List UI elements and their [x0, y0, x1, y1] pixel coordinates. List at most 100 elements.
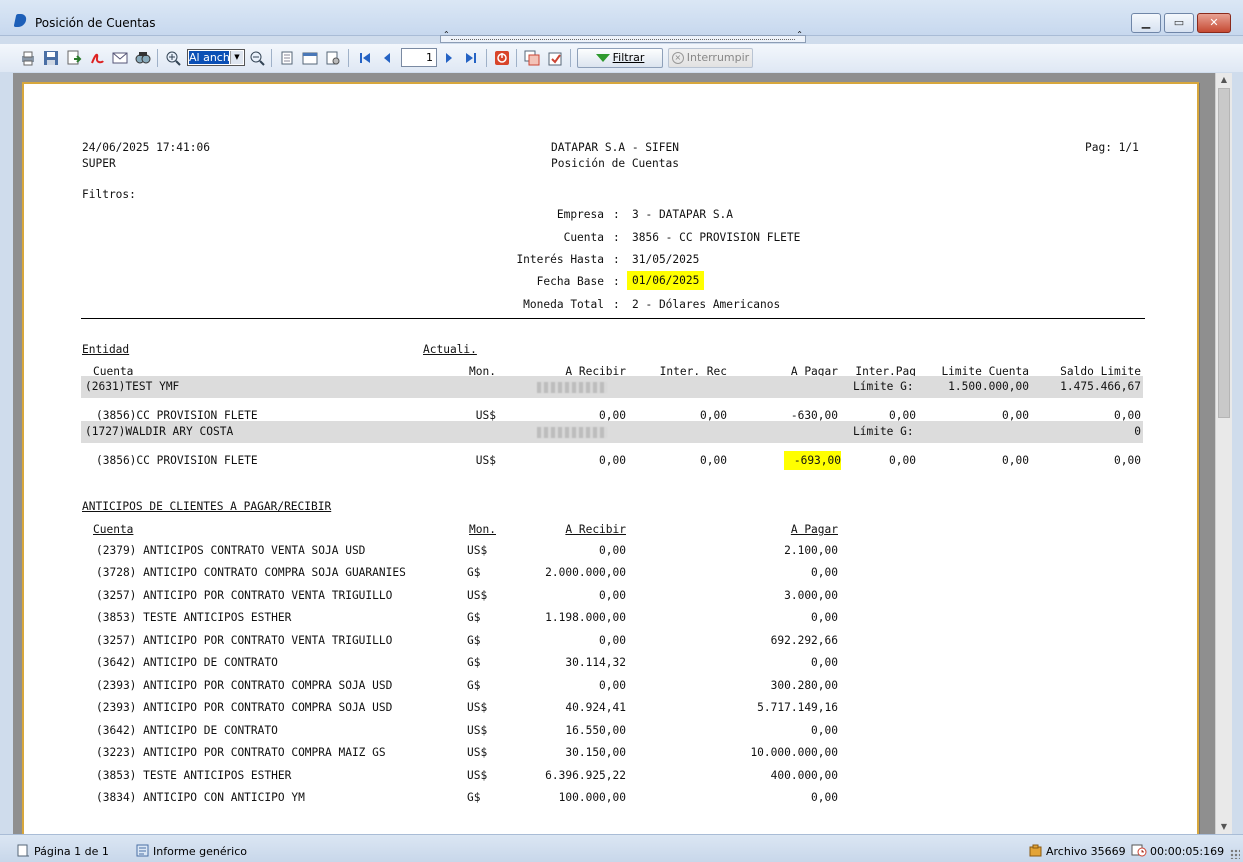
- anticipo-cuenta: (3642) ANTICIPO DE CONTRATO: [96, 656, 278, 670]
- report-page-number: Pag: 1/1: [1085, 141, 1139, 154]
- entity-saldo-limite: 1.475.466,67: [1060, 380, 1141, 393]
- anticipo-a-pagar: 692.292,66: [770, 633, 838, 647]
- anticipo-a-recibir: 100.000,00: [558, 790, 626, 804]
- cell-mon: US$: [475, 454, 496, 467]
- cell-inter-pag: 0,00: [889, 454, 916, 467]
- zoom-in-icon[interactable]: [164, 49, 182, 67]
- anticipo-mon: G$: [467, 656, 481, 670]
- anticipo-mon: G$: [467, 611, 481, 625]
- pdf-icon[interactable]: [88, 49, 106, 67]
- filter-value: 3856 - CC PROVISION FLETE: [632, 231, 801, 244]
- collapse-left-arrow-icon: ⌃: [443, 30, 450, 39]
- prev-page-icon[interactable]: [378, 49, 396, 67]
- filter-icon: [595, 54, 610, 62]
- toolbar-collapse-handle[interactable]: ⌃ ⌃: [440, 30, 806, 43]
- vertical-scrollbar[interactable]: ▲ ▼: [1215, 73, 1232, 834]
- scroll-up-arrow-icon[interactable]: ▲: [1216, 73, 1232, 87]
- anticipo-cuenta: (3223) ANTICIPO POR CONTRATO COMPRA MAIZ…: [96, 746, 386, 760]
- stop-icon[interactable]: [493, 49, 511, 67]
- print-icon[interactable]: [19, 49, 37, 67]
- close-button[interactable]: ✕: [1197, 13, 1231, 33]
- filter-value: 31/05/2025: [632, 253, 700, 266]
- entity-row[interactable]: [81, 421, 1143, 443]
- status-archivo: Archivo 35669: [1046, 845, 1126, 858]
- chevron-down-icon[interactable]: ▼: [230, 51, 243, 64]
- anticipo-mon: US$: [467, 701, 488, 715]
- save-icon[interactable]: [42, 49, 60, 67]
- export-icon[interactable]: [65, 49, 83, 67]
- two-pages-icon[interactable]: [301, 49, 319, 67]
- anticipo-a-recibir: 40.924,41: [565, 701, 626, 715]
- filter-value: 2 - Dólares Americanos: [632, 298, 781, 311]
- scrollbar-thumb[interactable]: [1218, 88, 1230, 418]
- status-bar: Página 1 de 1 Informe genérico Archivo 3…: [0, 834, 1243, 862]
- anticipo-cuenta: (2393) ANTICIPO POR CONTRATO COMPRA SOJA…: [96, 701, 393, 715]
- copy-report-icon[interactable]: [523, 49, 541, 67]
- resize-grip-icon[interactable]: [1230, 849, 1240, 859]
- cell-a-pagar: -693,00: [784, 451, 841, 470]
- scroll-down-arrow-icon[interactable]: ▼: [1216, 820, 1232, 834]
- limite-label: Límite G:: [853, 425, 914, 438]
- report-page: 24/06/2025 17:41:06 SUPER DATAPAR S.A - …: [22, 82, 1199, 834]
- cell-limite-cuenta: 0,00: [1002, 454, 1029, 467]
- interrumpir-label: Interrumpir: [686, 51, 750, 64]
- archive-icon: [1029, 844, 1042, 857]
- filter-label: Cuenta: [563, 231, 604, 244]
- refresh-icon[interactable]: [546, 49, 564, 67]
- filter-separator: :: [613, 208, 620, 221]
- title-bar: Posición de Cuentas ▁ ▭ ✕: [0, 0, 1243, 36]
- window-left-edge: [0, 36, 8, 862]
- report-viewer[interactable]: 24/06/2025 17:41:06 SUPER DATAPAR S.A - …: [13, 73, 1232, 834]
- anticipo-a-recibir: 0,00: [599, 678, 626, 692]
- anticipo-cuenta: (3257) ANTICIPO POR CONTRATO VENTA TRIGU…: [96, 588, 393, 602]
- anticipo-a-recibir: 30.150,00: [565, 746, 626, 760]
- anticipo-a-pagar: 10.000.000,00: [750, 746, 838, 760]
- toolbar-separator: [271, 49, 272, 67]
- zoom-select[interactable]: Al ancho ▼: [187, 49, 245, 66]
- filter-label: Interés Hasta: [516, 253, 604, 266]
- cell-saldo-limite: 0,00: [1114, 454, 1141, 467]
- page-status-icon: [17, 844, 30, 857]
- anticipo-mon: G$: [467, 790, 481, 804]
- single-page-icon[interactable]: [278, 49, 296, 67]
- timer-icon: [1131, 844, 1147, 857]
- anticipo-mon: G$: [467, 678, 481, 692]
- filter-label: Empresa: [556, 208, 604, 221]
- app-logo-icon: [13, 14, 28, 27]
- filter-label: Fecha Base: [536, 275, 604, 288]
- maximize-button[interactable]: ▭: [1164, 13, 1194, 33]
- page-setup-icon[interactable]: [324, 49, 342, 67]
- zoom-out-icon[interactable]: [248, 49, 266, 67]
- anticipo-cuenta: (3257) ANTICIPO POR CONTRATO VENTA TRIGU…: [96, 633, 393, 647]
- anticipo-a-recibir: 1.198.000,00: [545, 611, 626, 625]
- filtrar-button[interactable]: Filtrar: [577, 48, 663, 68]
- entity-name: (2631)TEST YMF: [85, 380, 180, 393]
- anticipo-cuenta: (3853) TESTE ANTICIPOS ESTHER: [96, 768, 292, 782]
- anticipo-a-recibir: 16.550,00: [565, 723, 626, 737]
- status-tiempo: 00:00:05:169: [1150, 845, 1225, 858]
- filter-label: Moneda Total: [523, 298, 604, 311]
- last-page-icon[interactable]: [462, 49, 480, 67]
- interrumpir-button[interactable]: × Interrumpir: [668, 48, 753, 68]
- entity-saldo-limite: 0: [1134, 425, 1141, 438]
- cell-inter-rec: 0,00: [700, 454, 727, 467]
- entity-limite-cuenta: 1.500.000,00: [948, 380, 1029, 393]
- next-page-icon[interactable]: [440, 49, 458, 67]
- email-icon[interactable]: [111, 49, 129, 67]
- anticipo-a-pagar: 0,00: [811, 790, 838, 804]
- find-icon[interactable]: [134, 49, 152, 67]
- toolbar-separator: [570, 49, 571, 67]
- anticipo-mon: G$: [467, 633, 481, 647]
- anticipo-a-recibir: 30.114,32: [565, 656, 626, 670]
- limite-label: Límite G:: [853, 380, 914, 393]
- toolbar-separator: [348, 49, 349, 67]
- col-entidad: Entidad: [82, 343, 130, 356]
- minimize-button[interactable]: ▁: [1131, 13, 1161, 33]
- filter-separator: :: [613, 298, 620, 311]
- anticipo-a-pagar: 3.000,00: [784, 588, 838, 602]
- anticipo-mon: US$: [467, 588, 488, 602]
- page-number-input[interactable]: 1: [401, 48, 437, 67]
- redacted-value: [537, 427, 607, 438]
- toolbar-separator: [486, 49, 487, 67]
- first-page-icon[interactable]: [356, 49, 374, 67]
